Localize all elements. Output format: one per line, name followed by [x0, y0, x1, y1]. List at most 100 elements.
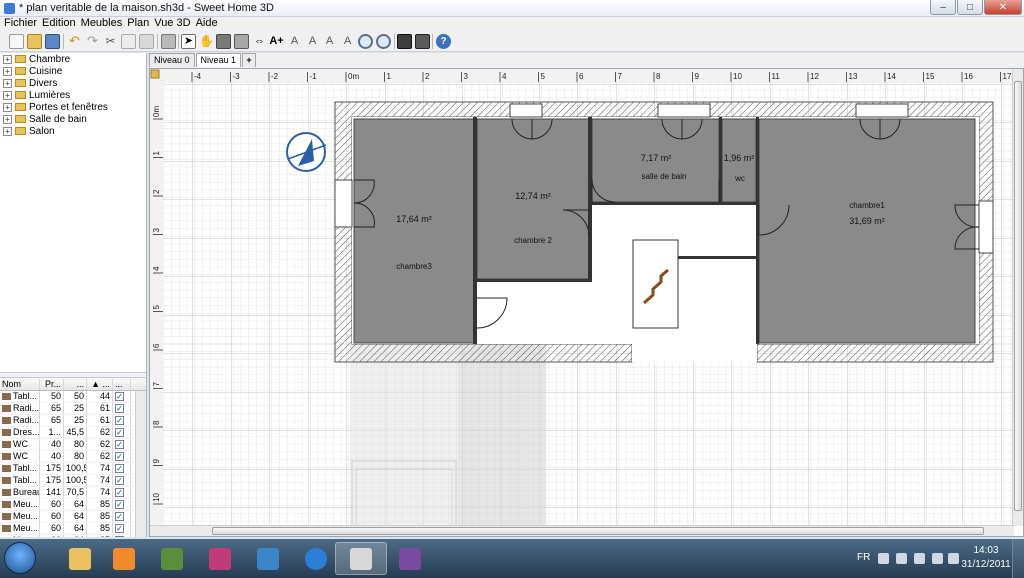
zoom-out-text-icon[interactable]: A	[305, 34, 320, 49]
table-row[interactable]: Tabl... 50 50 44 ✓	[0, 391, 146, 403]
menu-vue3d[interactable]: Vue 3D	[153, 17, 194, 31]
table-row[interactable]: Meu...606485✓	[0, 511, 146, 523]
visible-checkbox[interactable]: ✓	[115, 488, 124, 497]
table-row[interactable]: Bureau 141 70,5 74 ✓	[0, 487, 146, 499]
create-rooms-icon[interactable]	[234, 34, 249, 49]
taskbar-app[interactable]	[384, 542, 436, 575]
visible-checkbox[interactable]: ✓	[115, 536, 124, 537]
copy-icon[interactable]	[121, 34, 136, 49]
maximize-button[interactable]: □	[957, 0, 983, 15]
catalog-category[interactable]: + Lumières	[0, 89, 146, 101]
zoom-in-icon[interactable]	[358, 34, 373, 49]
menu-edition[interactable]: Edition	[41, 17, 80, 31]
expand-icon[interactable]: +	[3, 78, 12, 88]
window[interactable]	[657, 103, 711, 118]
expand-icon[interactable]: +	[3, 54, 12, 64]
undo-icon[interactable]: ↶	[67, 34, 82, 49]
italic-text-icon[interactable]: A	[340, 34, 355, 49]
visible-checkbox[interactable]: ✓	[115, 440, 124, 449]
add-level-button[interactable]: +	[242, 53, 257, 67]
paste-icon[interactable]	[139, 34, 154, 49]
visible-checkbox[interactable]: ✓	[115, 416, 124, 425]
visible-checkbox[interactable]: ✓	[115, 476, 124, 485]
expand-icon[interactable]: +	[3, 114, 12, 124]
window[interactable]	[855, 103, 909, 118]
zoom-out-icon[interactable]	[376, 34, 391, 49]
cut-icon[interactable]: ✂	[103, 34, 118, 49]
zoom-in-text-icon[interactable]: A	[287, 34, 302, 49]
expand-icon[interactable]: +	[3, 66, 12, 76]
expand-icon[interactable]: +	[3, 102, 12, 112]
visible-checkbox[interactable]: ✓	[115, 464, 124, 473]
catalog-category[interactable]: + Chambre	[0, 53, 146, 65]
window[interactable]	[978, 200, 994, 254]
visible-checkbox[interactable]: ✓	[115, 500, 124, 509]
table-row[interactable]: Radi... 65 25 61 ✓	[0, 415, 146, 427]
table-row[interactable]: WC 40 80 62 ✓	[0, 451, 146, 463]
select-icon[interactable]: ➤	[181, 34, 196, 49]
taskbar-media-player[interactable]	[98, 542, 150, 575]
table-row[interactable]: Meu...606485✓	[0, 535, 146, 537]
col-height[interactable]: ▲ ...	[87, 379, 113, 390]
expand-icon[interactable]: +	[3, 90, 12, 100]
volume-icon[interactable]	[932, 553, 943, 564]
taskbar-app[interactable]	[194, 542, 246, 575]
create-dimensions-icon[interactable]: ⇔	[252, 34, 267, 49]
catalog-category[interactable]: + Salon	[0, 125, 146, 137]
table-row[interactable]: Tabl... 175 100,5 74 ✓	[0, 463, 146, 475]
plan-view[interactable]: -4 -3 -2 -1 0m 1 2 3 4 5 6 7 8 9 10 11 12 13 14 15 16 17 0m 1 2…	[149, 68, 1024, 537]
pan-icon[interactable]: ✋	[199, 34, 214, 49]
catalog-category[interactable]: + Cuisine	[0, 65, 146, 77]
visible-checkbox[interactable]: ✓	[115, 392, 124, 401]
tab-niveau-1[interactable]: Niveau 1	[195, 53, 242, 67]
add-text-icon[interactable]: A+	[269, 34, 284, 49]
create-walls-icon[interactable]	[216, 34, 231, 49]
add-furniture-icon[interactable]	[161, 34, 176, 49]
menu-aide[interactable]: Aide	[195, 17, 222, 31]
menu-fichier[interactable]: Fichier	[3, 17, 41, 31]
minimize-button[interactable]: –	[930, 0, 956, 15]
taskbar-app[interactable]	[146, 542, 198, 575]
clock-date[interactable]: 31/12/2011	[960, 559, 1012, 570]
tray-icon[interactable]	[896, 553, 907, 564]
catalog-category[interactable]: + Divers	[0, 77, 146, 89]
visible-checkbox[interactable]: ✓	[115, 452, 124, 461]
visible-checkbox[interactable]: ✓	[115, 524, 124, 533]
help-icon[interactable]: ?	[436, 34, 451, 49]
create-photo-icon[interactable]	[397, 34, 412, 49]
catalog-category[interactable]: + Salle de bain	[0, 113, 146, 125]
furniture-scrollbar[interactable]	[135, 391, 146, 537]
close-button[interactable]: ✕	[984, 0, 1022, 15]
window[interactable]	[334, 179, 353, 228]
scroll-thumb[interactable]	[1014, 81, 1022, 511]
table-row[interactable]: Meu...606485✓	[0, 523, 146, 535]
table-row[interactable]: Meu...606485✓	[0, 499, 146, 511]
network-icon[interactable]	[914, 553, 925, 564]
flag-icon[interactable]	[948, 553, 959, 564]
plan-horizontal-scrollbar[interactable]	[150, 525, 1014, 536]
col-visible[interactable]: ...	[113, 379, 131, 390]
clock-time[interactable]: 14:03	[964, 545, 1008, 556]
catalog-category[interactable]: + Portes et fenêtres	[0, 101, 146, 113]
visible-checkbox[interactable]: ✓	[115, 512, 124, 521]
redo-icon[interactable]: ↷	[85, 34, 100, 49]
start-button[interactable]	[4, 542, 36, 574]
table-row[interactable]: Tabl... 175 100,5 74 ✓	[0, 475, 146, 487]
pane-splitter[interactable]	[0, 372, 146, 378]
room-chambre3[interactable]	[353, 118, 475, 344]
language-indicator[interactable]: FR	[857, 552, 870, 563]
expand-icon[interactable]: +	[3, 126, 12, 136]
table-row[interactable]: WC 40 80 62 ✓	[0, 439, 146, 451]
col-depth[interactable]: ...	[64, 379, 87, 390]
create-video-icon[interactable]	[415, 34, 430, 49]
save-icon[interactable]	[45, 34, 60, 49]
table-row[interactable]: Dres... 1... 45,5 62 ✓	[0, 427, 146, 439]
compass-icon[interactable]	[286, 132, 327, 172]
bold-text-icon[interactable]: A	[322, 34, 337, 49]
tab-niveau-0[interactable]: Niveau 0	[149, 53, 195, 67]
col-width[interactable]: Pr...	[40, 379, 64, 390]
new-icon[interactable]	[9, 34, 24, 49]
window[interactable]	[509, 103, 543, 118]
visible-checkbox[interactable]: ✓	[115, 404, 124, 413]
taskbar-app[interactable]	[242, 542, 294, 575]
